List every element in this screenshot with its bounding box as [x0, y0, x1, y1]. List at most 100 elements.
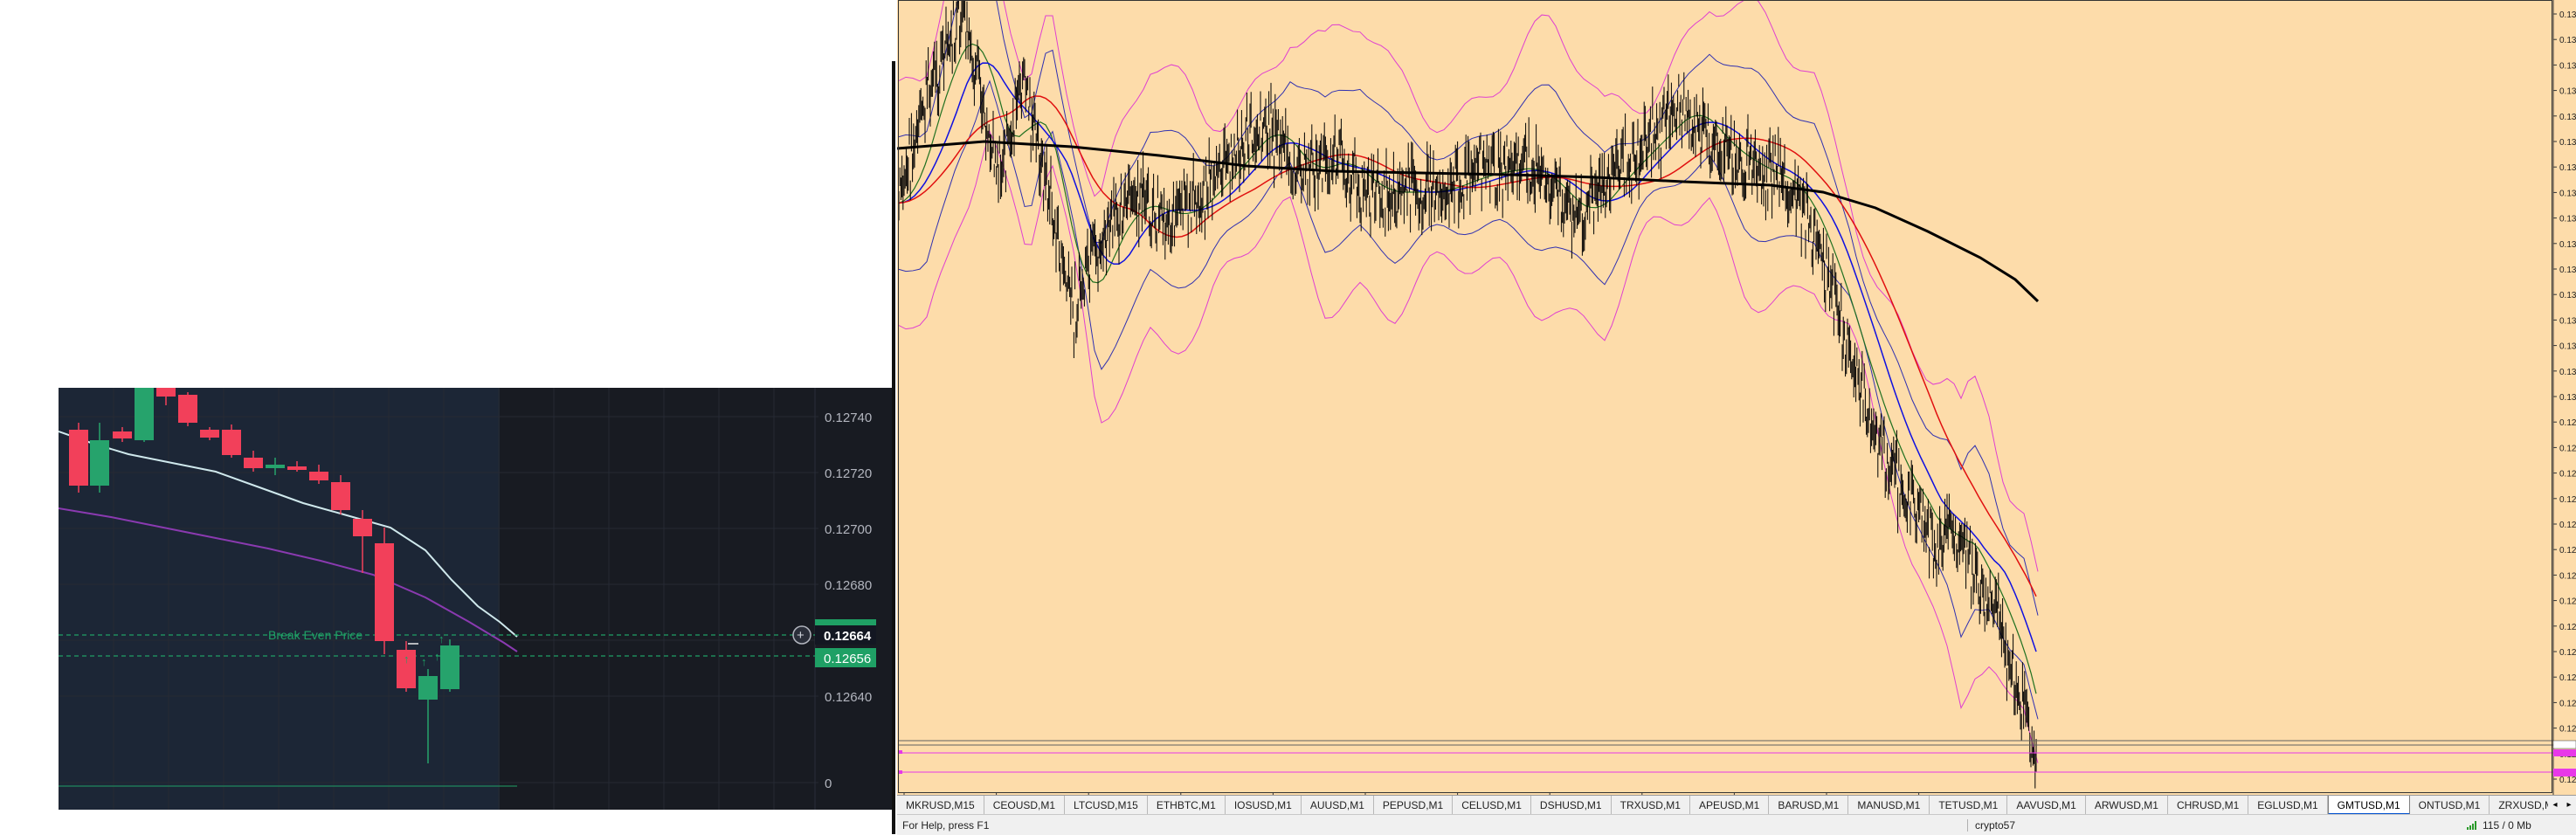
status-traffic: 115 / 0 Mb — [2483, 819, 2531, 832]
mt4-chart-pane[interactable]: 0.13385 0.13360 0.13335 0.13310 0.13285 0.132… — [897, 0, 2576, 795]
price-axis-label: 0.12985 — [2559, 418, 2576, 428]
order-price-tag — [2553, 749, 2576, 756]
price-axis-label: 0.12885 — [2559, 521, 2576, 530]
left-candle-body — [244, 458, 263, 468]
price-axis-label: 0.13235 — [2559, 163, 2576, 173]
chart-tabs: MKRUSD,M15 CEOUSD,M1 LTCUSD,M15 ETHBTC,M1 IO… — [897, 796, 2569, 815]
break-even-price-label: 0.12656 — [824, 652, 871, 666]
price-axis-label: 0.12810 — [2559, 597, 2576, 607]
price-axis-label: 0.13060 — [2559, 342, 2576, 352]
price-axis-label: 0.13360 — [2559, 36, 2576, 45]
left-candle-body — [375, 543, 394, 641]
trade-arrow-icon: ↑ — [404, 652, 410, 666]
chart-tab[interactable]: TRXUSD,M1 — [1612, 796, 1690, 815]
price-axis-label: 0.13135 — [2559, 266, 2576, 275]
mt4-chart-canvas[interactable]: 0.13385 0.13360 0.13335 0.13310 0.13285 0.132… — [897, 0, 2576, 795]
price-axis-label: 0.13285 — [2559, 113, 2576, 122]
order-marker — [899, 750, 902, 754]
price-axis-label: 0.13010 — [2559, 393, 2576, 403]
price-axis-label: 0.13160 — [2559, 240, 2576, 250]
left-candle-body — [90, 440, 109, 486]
left-price-label: 0.12680 — [825, 578, 872, 593]
chart-tab[interactable]: ETHBTC,M1 — [1148, 796, 1226, 815]
chart-tab[interactable]: MKRUSD,M15 — [897, 796, 984, 815]
mt4-window: 0.13385 0.13360 0.13335 0.13310 0.13285 0.132… — [892, 0, 2576, 835]
price-axis-label: 0.13110 — [2559, 291, 2576, 300]
price-axis-label: 0.13260 — [2559, 138, 2576, 148]
status-bar: For Help, press F1 crypto57 115 / 0 Mb — [897, 814, 2576, 835]
left-candle-body — [69, 430, 88, 486]
order-marker — [899, 770, 902, 774]
left-price-label: 0.12640 — [825, 690, 872, 705]
price-axis-label: 0.12635 — [2559, 776, 2576, 785]
left-candle-body — [266, 465, 285, 468]
tab-scroll-buttons: ◂ ▸ — [2548, 796, 2576, 815]
left-candle-body — [353, 519, 372, 536]
left-candle-body — [287, 466, 307, 470]
price-axis-label: 0.12710 — [2559, 699, 2576, 708]
chart-tab[interactable]: BARUSD,M1 — [1769, 796, 1849, 815]
chart-background — [897, 0, 2576, 795]
chart-tab[interactable]: IOSUSD,M1 — [1226, 796, 1302, 815]
scroll-left-button[interactable]: ◂ — [2548, 796, 2562, 815]
price-axis-label: 0.13310 — [2559, 87, 2576, 97]
left-candle-body — [156, 388, 176, 397]
price-axis-label: 0.12735 — [2559, 673, 2576, 683]
chart-tab[interactable]: AUUSD,M1 — [1302, 796, 1374, 815]
price-axis-label: 0.13085 — [2559, 316, 2576, 326]
chart-tab[interactable]: MANUSD,M1 — [1848, 796, 1930, 815]
price-axis-label: 0.12760 — [2559, 648, 2576, 658]
price-axis-label: 0.12910 — [2559, 495, 2576, 505]
order-price-tag — [2553, 769, 2576, 776]
chart-tab[interactable]: ARWUSD,M1 — [2086, 796, 2168, 815]
bid-price-tag — [2552, 740, 2576, 749]
current-price-label: 0.12664 — [824, 629, 872, 644]
chart-tab[interactable]: TETUSD,M1 — [1930, 796, 2008, 815]
trade-arrow-icon: ↑ — [439, 632, 445, 645]
left-price-label: 0.12720 — [825, 466, 872, 481]
chart-tab[interactable]: PEPUSD,M1 — [1374, 796, 1454, 815]
scroll-right-button[interactable]: ▸ — [2562, 796, 2576, 815]
price-axis-label: 0.12960 — [2559, 444, 2576, 453]
trade-arrow-icon: ↑ — [421, 655, 427, 668]
chart-tab[interactable]: CELUSD,M1 — [1453, 796, 1531, 815]
left-price-label: 0.12700 — [825, 522, 872, 537]
price-axis-label: 0.13185 — [2559, 215, 2576, 224]
chart-tab[interactable]: ONTUSD,M1 — [2410, 796, 2490, 815]
left-chart-canvas: ↑ ↑ ↑ ↑ 0.12740 0.12720 0.12700 0.12680 0.1… — [59, 388, 876, 810]
left-candle-body — [113, 431, 132, 438]
left-candle-body — [331, 482, 350, 510]
left-candle-body — [222, 430, 241, 455]
price-axis-label: 0.12860 — [2559, 546, 2576, 556]
window-left-border — [892, 61, 895, 834]
break-even-label: Break Even Price — [268, 628, 363, 642]
connection-bars-icon — [2467, 821, 2476, 830]
price-axis-label: 0.13335 — [2559, 61, 2576, 71]
price-axis-label: 0.12935 — [2559, 470, 2576, 480]
left-price-label: 0.12740 — [825, 411, 872, 425]
chart-tab[interactable]: GMTUSD,M1 — [2327, 796, 2410, 815]
price-axis-label: 0.12685 — [2559, 725, 2576, 735]
plus-icon: + — [797, 628, 805, 643]
chart-tab[interactable]: CHRUSD,M1 — [2168, 796, 2249, 815]
price-axis-label: 0.12785 — [2559, 623, 2576, 632]
status-help-text: For Help, press F1 — [902, 819, 990, 832]
left-candle-body — [440, 645, 459, 689]
chart-tab[interactable]: DSHUSD,M1 — [1531, 796, 1612, 815]
status-profile: crypto57 — [1967, 819, 2015, 832]
chart-tab[interactable]: AAVUSD,M1 — [2007, 796, 2086, 815]
left-candle-body — [309, 472, 328, 480]
left-candle-body — [200, 430, 219, 438]
left-candle-body — [135, 388, 154, 440]
chart-tab[interactable]: CEOUSD,M1 — [984, 796, 1066, 815]
chart-tab[interactable]: LTCUSD,M15 — [1065, 796, 1148, 815]
left-candle-body — [418, 676, 438, 700]
price-axis-label: 0.13210 — [2559, 189, 2576, 198]
left-price-chart: ↑ ↑ ↑ ↑ 0.12740 0.12720 0.12700 0.12680 0.1… — [59, 388, 895, 810]
trade-arrow-icon: ↑ — [434, 650, 440, 663]
chart-tab-bar: MKRUSD,M15 CEOUSD,M1 LTCUSD,M15 ETHBTC,M1 IO… — [897, 795, 2576, 815]
left-candle-body — [178, 395, 197, 423]
price-axis-label: 0.13035 — [2559, 368, 2576, 377]
chart-tab[interactable]: APEUSD,M1 — [1690, 796, 1770, 815]
chart-tab[interactable]: EGLUSD,M1 — [2248, 796, 2328, 815]
